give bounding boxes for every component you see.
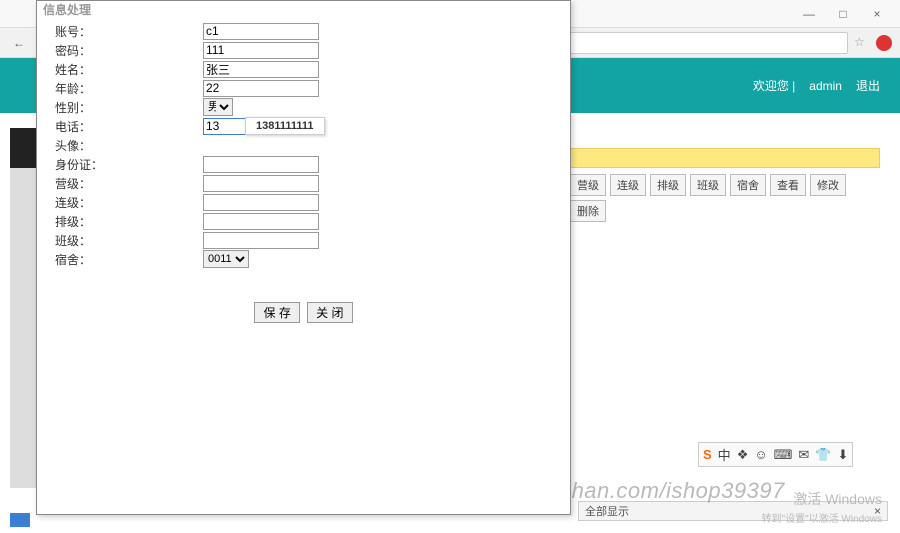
action-bar: 营级 连级 排级 班级 宿舍 查看 修改 删除 xyxy=(570,174,880,222)
action-edit[interactable]: 修改 xyxy=(810,174,846,196)
notification-text[interactable]: 全部显示 xyxy=(585,503,629,519)
row-name: 姓名： xyxy=(55,60,552,78)
welcome-text: 欢迎您 | xyxy=(753,77,795,94)
gender-select[interactable]: 男 xyxy=(203,98,233,116)
close-button[interactable]: 关 闭 xyxy=(307,302,352,323)
info-dialog: 信息处理 账号： 密码： 姓名： 年龄： 性别： 男 电话： 头 xyxy=(36,0,571,515)
main-panel: 营级 连级 排级 班级 宿舍 查看 修改 删除 xyxy=(570,148,880,222)
account-input[interactable] xyxy=(203,23,319,40)
row-age: 年龄： xyxy=(55,79,552,97)
label-dorm: 宿舍： xyxy=(55,251,203,268)
idcard-input[interactable] xyxy=(203,156,319,173)
save-button[interactable]: 保 存 xyxy=(254,302,299,323)
close-window-button[interactable]: × xyxy=(862,4,892,24)
ime-logo-icon[interactable]: S xyxy=(703,447,712,462)
label-age: 年龄： xyxy=(55,80,203,97)
action-dorm[interactable]: 宿舍 xyxy=(730,174,766,196)
company-input[interactable] xyxy=(203,194,319,211)
action-view[interactable]: 查看 xyxy=(770,174,806,196)
row-company: 连级： xyxy=(55,193,552,211)
activate-windows: 激活 Windows 转到"设置"以激活 Windows xyxy=(762,489,882,525)
label-gender: 性别： xyxy=(55,99,203,116)
logout-link[interactable]: 退出 xyxy=(856,77,880,94)
ime-skin-icon[interactable]: 👕 xyxy=(815,447,831,463)
row-gender: 性别： 男 xyxy=(55,98,552,116)
ime-msg-icon[interactable]: ✉ xyxy=(798,447,809,463)
dialog-buttons: 保 存 关 闭 xyxy=(55,302,552,323)
label-platoon: 排级： xyxy=(55,213,203,230)
ime-emoji-icon[interactable]: ☺ xyxy=(754,447,767,462)
action-camp[interactable]: 营级 xyxy=(570,174,606,196)
row-class: 班级： xyxy=(55,231,552,249)
platoon-input[interactable] xyxy=(203,213,319,230)
action-platoon[interactable]: 排级 xyxy=(650,174,686,196)
label-camp: 营级： xyxy=(55,175,203,192)
taskbar-icon[interactable] xyxy=(10,513,30,527)
ime-punct-icon[interactable]: ❖ xyxy=(737,447,749,463)
maximize-button[interactable]: □ xyxy=(828,4,858,24)
label-account: 账号： xyxy=(55,23,203,40)
password-input[interactable] xyxy=(203,42,319,59)
camp-input[interactable] xyxy=(203,175,319,192)
label-company: 连级： xyxy=(55,194,203,211)
form: 账号： 密码： 姓名： 年龄： 性别： 男 电话： 头像： 身 xyxy=(37,18,570,327)
row-dorm: 宿舍： 0011 xyxy=(55,250,552,268)
row-avatar: 头像： xyxy=(55,136,552,154)
sidebar-dark xyxy=(10,128,36,168)
age-input[interactable] xyxy=(203,80,319,97)
autocomplete-tooltip[interactable]: 1381111111 xyxy=(245,117,325,135)
activate-sub: 转到"设置"以激活 Windows xyxy=(762,514,882,525)
activate-title: 激活 Windows xyxy=(762,489,882,509)
row-password: 密码： xyxy=(55,41,552,59)
ime-keyboard-icon[interactable]: ⌨ xyxy=(774,447,793,463)
ime-toolbar[interactable]: S 中 ❖ ☺ ⌨ ✉ 👕 ⬇ xyxy=(698,442,853,467)
row-camp: 营级： xyxy=(55,174,552,192)
label-phone: 电话： xyxy=(55,118,203,135)
row-account: 账号： xyxy=(55,22,552,40)
row-platoon: 排级： xyxy=(55,212,552,230)
dorm-select[interactable]: 0011 xyxy=(203,250,249,268)
label-avatar: 头像： xyxy=(55,137,203,154)
name-input[interactable] xyxy=(203,61,319,78)
label-password: 密码： xyxy=(55,42,203,59)
label-idcard: 身份证： xyxy=(55,156,203,173)
action-company[interactable]: 连级 xyxy=(610,174,646,196)
bookmark-icon[interactable]: ☆ xyxy=(854,35,870,51)
user-link[interactable]: admin xyxy=(809,79,842,93)
action-class[interactable]: 班级 xyxy=(690,174,726,196)
sidebar-light xyxy=(10,168,36,488)
row-idcard: 身份证： xyxy=(55,155,552,173)
ime-more-icon[interactable]: ⬇ xyxy=(837,447,848,463)
dialog-title: 信息处理 xyxy=(37,1,570,18)
back-button[interactable]: ← xyxy=(8,32,30,54)
extension-icon[interactable] xyxy=(876,35,892,51)
label-name: 姓名： xyxy=(55,61,203,78)
action-delete[interactable]: 删除 xyxy=(570,200,606,222)
label-class: 班级： xyxy=(55,232,203,249)
highlight-row xyxy=(570,148,880,168)
ime-lang-icon[interactable]: 中 xyxy=(718,445,731,464)
minimize-button[interactable]: — xyxy=(794,4,824,24)
class-input[interactable] xyxy=(203,232,319,249)
